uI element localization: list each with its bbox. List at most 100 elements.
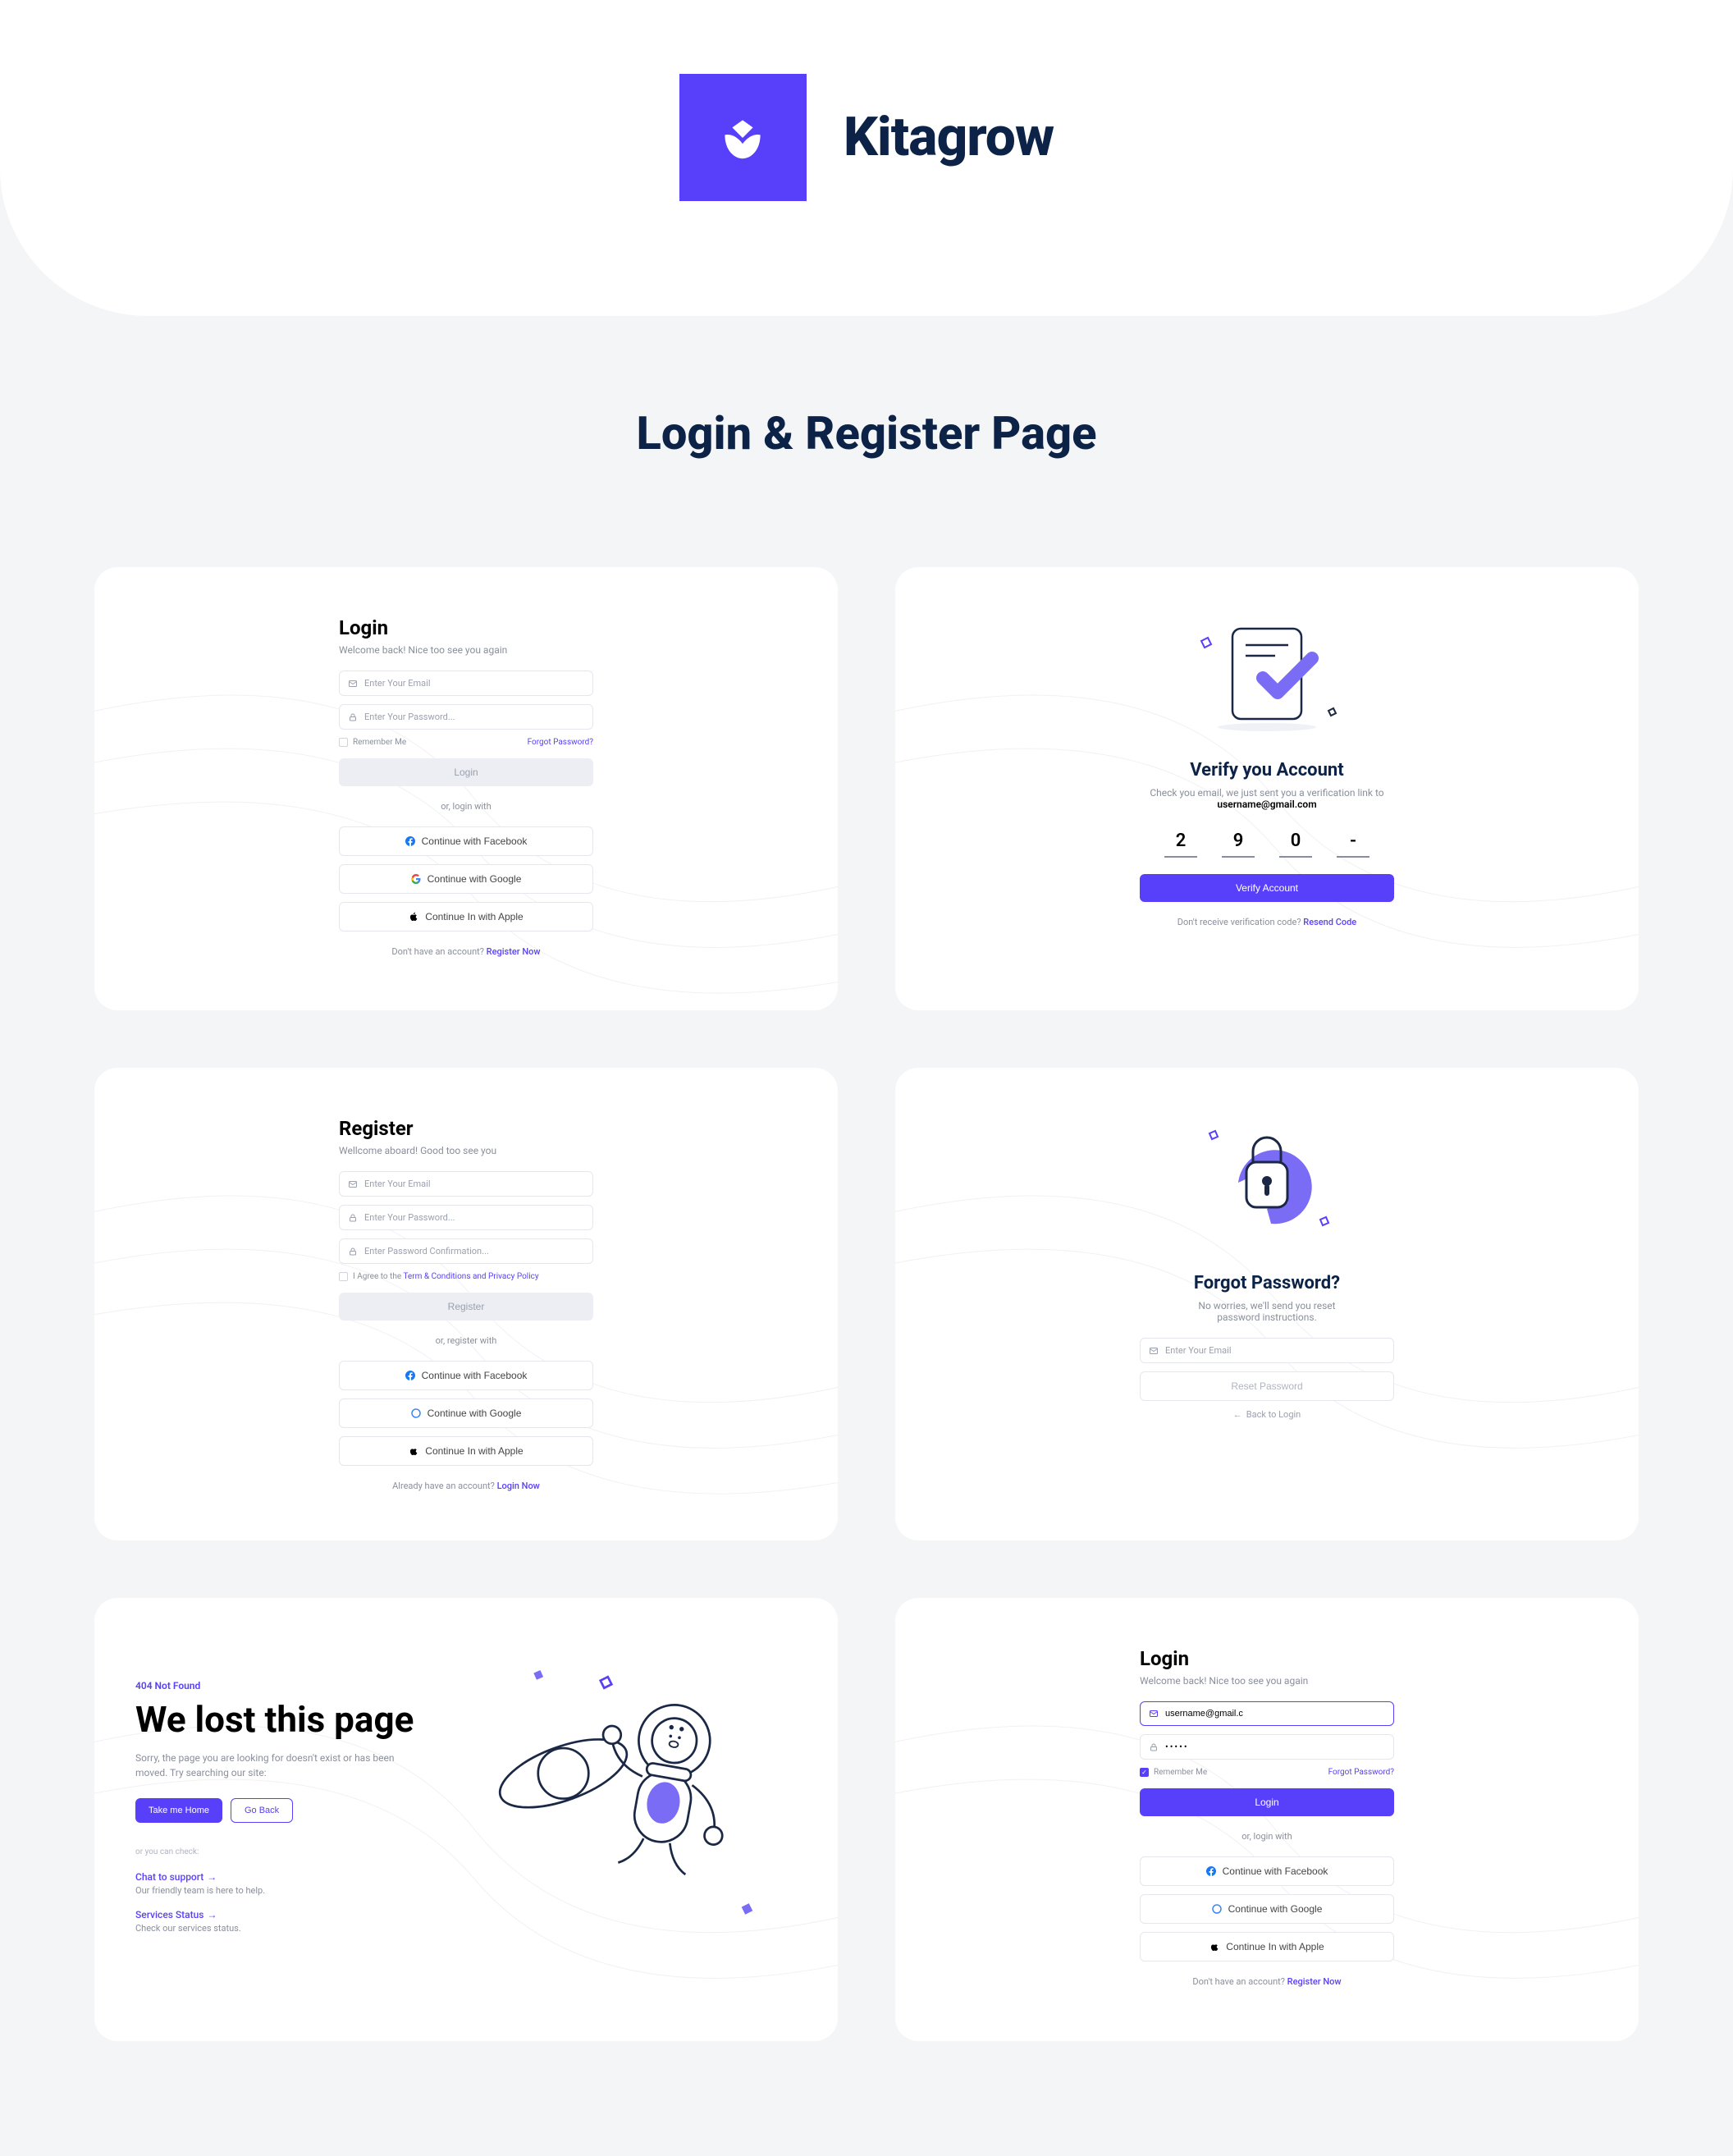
email-input[interactable]: Enter Your Email [339, 671, 593, 696]
resend-link[interactable]: Resend Code [1303, 917, 1356, 927]
login-active-card: Login Welcome back! Nice too see you aga… [895, 1598, 1639, 2041]
or-check-label: or you can check: [135, 1847, 454, 1856]
login-subheading: Welcome back! Nice too see you again [1140, 1675, 1394, 1687]
notfound-illustration [478, 1647, 797, 1962]
verify-subheading: Check you email, we just sent you a veri… [1140, 787, 1394, 810]
forgot-link[interactable]: Forgot Password? [1328, 1768, 1394, 1777]
code-digit-4[interactable]: - [1337, 831, 1369, 858]
notfound-card: 404 Not Found We lost this page Sorry, t… [94, 1598, 838, 2041]
status-link[interactable]: Services Status→ [135, 1909, 454, 1920]
google-label: Continue with Google [1228, 1903, 1323, 1915]
google-button[interactable]: Continue with Google [339, 864, 593, 894]
password-placeholder: Enter Your Password... [364, 712, 455, 722]
email-placeholder: Enter Your Email [364, 678, 431, 689]
register-heading: Register [339, 1117, 593, 1140]
code-digit-1[interactable]: 2 [1164, 831, 1197, 858]
password-input[interactable]: Enter Your Password... [339, 1205, 593, 1230]
code-input-row: 2 9 0 - [1140, 831, 1394, 858]
back-to-login-link[interactable]: ← Back to Login [1140, 1409, 1394, 1420]
register-subheading: Wellcome aboard! Good too see you [339, 1145, 593, 1156]
verify-heading: Verify you Account [1140, 760, 1394, 780]
register-footer: Already have an account? Login Now [339, 1481, 593, 1491]
facebook-button[interactable]: Continue with Facebook [339, 1361, 593, 1390]
apple-label: Continue In with Apple [425, 911, 523, 922]
remember-label: Remember Me [353, 738, 406, 747]
status-desc: Check our services status. [135, 1923, 454, 1934]
confirm-placeholder: Enter Password Confirmation... [364, 1246, 489, 1257]
register-button[interactable]: Register [339, 1293, 593, 1321]
support-link[interactable]: Chat to support→ [135, 1871, 454, 1883]
google-icon [411, 874, 421, 884]
password-input[interactable]: ••••• [1140, 1734, 1394, 1760]
facebook-button[interactable]: Continue with Facebook [339, 826, 593, 856]
apple-label: Continue In with Apple [1226, 1941, 1324, 1952]
arrow-left-icon: ← [1233, 1409, 1242, 1420]
register-card: Register Wellcome aboard! Good too see y… [94, 1068, 838, 1540]
code-digit-2[interactable]: 9 [1222, 831, 1255, 858]
checkbox-icon [339, 738, 348, 747]
go-back-button[interactable]: Go Back [231, 1798, 293, 1823]
home-button[interactable]: Take me Home [135, 1798, 222, 1823]
google-button[interactable]: Continue with Google [339, 1398, 593, 1428]
email-value[interactable] [1165, 1709, 1385, 1719]
checkbox-icon [339, 1272, 348, 1281]
apple-label: Continue In with Apple [425, 1445, 523, 1457]
forgot-heading: Forgot Password? [1140, 1273, 1394, 1293]
remember-checkbox[interactable]: Remember Me [339, 738, 406, 747]
google-label: Continue with Google [428, 873, 522, 885]
code-digit-3[interactable]: 0 [1279, 831, 1312, 858]
register-link[interactable]: Register Now [487, 946, 541, 957]
register-divider: or, register with [339, 1335, 593, 1346]
mail-icon [348, 679, 358, 689]
section-title: Login & Register Page [0, 406, 1733, 460]
mail-icon [348, 1179, 358, 1189]
password-placeholder: Enter Your Password... [364, 1212, 455, 1223]
apple-icon [409, 912, 418, 922]
apple-button[interactable]: Continue In with Apple [339, 1436, 593, 1466]
login-footer: Don't have an account? Register Now [339, 946, 593, 957]
apple-icon [409, 1446, 418, 1456]
google-button[interactable]: Continue with Google [1140, 1894, 1394, 1924]
email-input[interactable]: Enter Your Email [1140, 1338, 1394, 1363]
brand-name: Kitagrow [844, 106, 1054, 169]
lock-icon [348, 1247, 358, 1257]
facebook-button[interactable]: Continue with Facebook [1140, 1856, 1394, 1886]
email-input[interactable]: Enter Your Email [339, 1171, 593, 1197]
login-button[interactable]: Login [1140, 1788, 1394, 1816]
email-input[interactable] [1140, 1701, 1394, 1726]
notfound-body: Sorry, the page you are looking for does… [135, 1751, 414, 1780]
register-link[interactable]: Register Now [1287, 1976, 1342, 1987]
brand-logo [679, 74, 807, 201]
facebook-label: Continue with Facebook [422, 835, 528, 847]
mail-icon [1149, 1709, 1159, 1719]
checkbox-checked-icon: ✓ [1140, 1768, 1149, 1777]
login-button[interactable]: Login [339, 758, 593, 786]
forgot-card: Forgot Password? No worries, we'll send … [895, 1068, 1639, 1540]
google-label: Continue with Google [428, 1408, 522, 1419]
notfound-tag: 404 Not Found [135, 1680, 454, 1691]
apple-button[interactable]: Continue In with Apple [1140, 1932, 1394, 1961]
lock-icon [348, 712, 358, 722]
arrow-right-icon: → [207, 1909, 217, 1920]
verify-button[interactable]: Verify Account [1140, 874, 1394, 902]
google-icon [411, 1408, 421, 1418]
preview-grid: Login Welcome back! Nice too see you aga… [0, 567, 1733, 2156]
agree-checkbox[interactable]: I Agree to the Term & Conditions and Pri… [339, 1272, 593, 1281]
facebook-icon [405, 836, 415, 846]
apple-button[interactable]: Continue In with Apple [339, 902, 593, 932]
login-footer: Don't have an account? Register Now [1140, 1976, 1394, 1987]
verify-footer: Don't receive verification code? Resend … [1140, 917, 1394, 927]
password-input[interactable]: Enter Your Password... [339, 704, 593, 730]
login-link[interactable]: Login Now [497, 1481, 540, 1491]
login-heading: Login [1140, 1647, 1394, 1670]
mail-icon [1149, 1346, 1159, 1356]
lock-icon [348, 1213, 358, 1223]
remember-checkbox[interactable]: ✓ Remember Me [1140, 1768, 1207, 1777]
reset-button[interactable]: Reset Password [1140, 1371, 1394, 1401]
forgot-link[interactable]: Forgot Password? [528, 738, 593, 747]
forgot-illustration [1140, 1117, 1394, 1257]
login-divider: or, login with [1140, 1831, 1394, 1842]
notfound-heading: We lost this page [135, 1700, 454, 1739]
terms-link[interactable]: Term & Conditions and Privacy Policy [403, 1272, 538, 1281]
confirm-password-input[interactable]: Enter Password Confirmation... [339, 1238, 593, 1264]
